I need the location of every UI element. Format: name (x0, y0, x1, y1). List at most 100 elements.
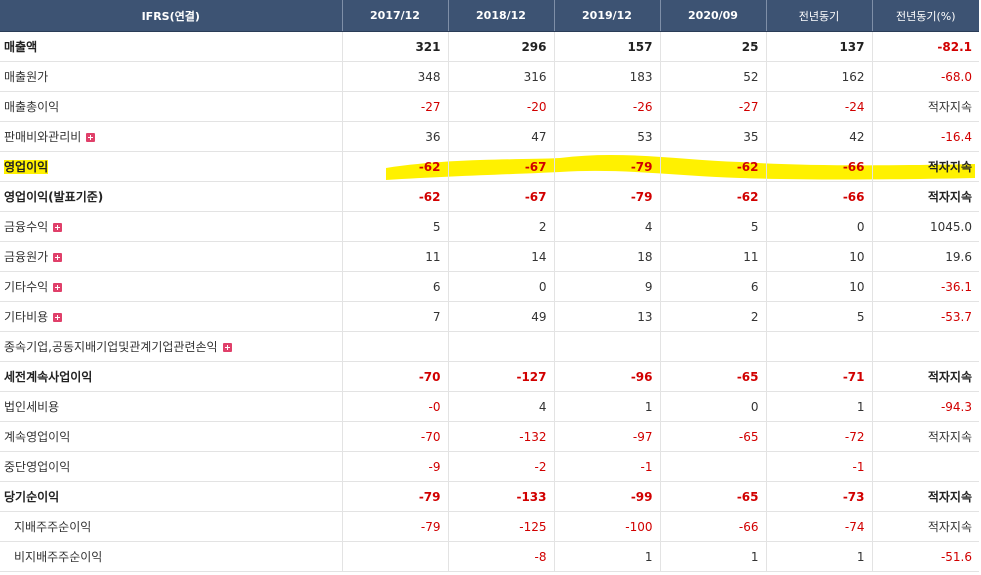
row-label: 세전계속사업이익 (0, 361, 342, 392)
row-label: 중단영업이익 (0, 451, 342, 482)
table-cell: 적자지속 (871, 511, 979, 542)
table-row: 비지배주주순이익 -8 1 1 1 -51.6 (0, 541, 979, 572)
table-cell: -68.0 (871, 61, 979, 92)
row-label: 비지배주주순이익 (0, 541, 342, 572)
table-cell: -132 (447, 421, 554, 452)
table-row: 기타비용 7 49 13 2 5 -53.7 (0, 301, 979, 332)
table-row: 지배주주순이익 -79 -125 -100 -66 -74 적자지속 (0, 511, 979, 542)
row-label-text: 종속기업,공동지배기업및관계기업관련손익 (4, 340, 218, 354)
row-label-text: 계속영업이익 (4, 430, 71, 444)
table-cell: -99 (553, 481, 660, 512)
table-cell: 296 (447, 31, 554, 62)
row-label-text: 영업이익(발표기준) (4, 190, 104, 204)
table-cell (871, 451, 979, 482)
row-label-text: 기타비용 (4, 310, 49, 324)
table-cell: -72 (765, 421, 872, 452)
table-row: 세전계속사업이익 -70 -127 -96 -65 -71 적자지속 (0, 361, 979, 392)
table-header: IFRS(연결) 2017/12 2018/12 2019/12 2020/09 전년동기… (0, 0, 979, 32)
table-cell: 1045.0 (871, 211, 979, 242)
table-cell: 적자지속 (871, 361, 979, 392)
table-cell (447, 331, 554, 362)
table-row: 기타수익 6 0 9 6 10 -36.1 (0, 271, 979, 302)
table-row: 당기순이익 -79 -133 -99 -65 -73 적자지속 (0, 481, 979, 512)
plus-square-icon[interactable] (222, 343, 232, 352)
table-cell: -79 (553, 151, 660, 182)
plus-square-icon[interactable] (53, 223, 63, 232)
table-cell: -79 (341, 511, 448, 542)
table-cell: 321 (341, 31, 448, 62)
row-label-text: 매출총이익 (4, 100, 60, 114)
table-cell: 1 (553, 391, 660, 422)
table-cell (765, 331, 872, 362)
row-label: 매출원가 (0, 61, 342, 92)
table-cell: -65 (659, 361, 766, 392)
table-cell: -71 (765, 361, 872, 392)
header-period-3: 2019/12 (553, 0, 660, 32)
table-cell: -100 (553, 511, 660, 542)
plus-square-icon[interactable] (53, 283, 63, 292)
row-label-text: 기타수익 (4, 280, 49, 294)
table-cell: 적자지속 (871, 481, 979, 512)
table-cell: 적자지속 (871, 91, 979, 122)
table-cell: -133 (447, 481, 554, 512)
row-label-text: 매출액 (4, 40, 38, 54)
table-cell: 2 (447, 211, 554, 242)
table-cell: 49 (447, 301, 554, 332)
table-row: 금융원가 11 14 18 11 10 19.6 (0, 241, 979, 272)
table-cell: 6 (659, 271, 766, 302)
table-cell: -16.4 (871, 121, 979, 152)
row-label: 계속영업이익 (0, 421, 342, 452)
table-cell: 0 (447, 271, 554, 302)
table-cell: 6 (341, 271, 448, 302)
table-cell: -36.1 (871, 271, 979, 302)
table-cell: -96 (553, 361, 660, 392)
table-cell: -0 (341, 391, 448, 422)
table-cell: 19.6 (871, 241, 979, 272)
row-label-text: 금융원가 (4, 250, 49, 264)
table-cell (659, 331, 766, 362)
table-cell: 적자지속 (871, 181, 979, 212)
row-label-text: 영업이익 (4, 160, 49, 174)
plus-square-icon[interactable] (53, 253, 63, 262)
table-cell: 4 (553, 211, 660, 242)
header-period-6: 전년동기(%) (871, 0, 979, 32)
row-label: 종속기업,공동지배기업및관계기업관련손익 (0, 331, 342, 362)
table-cell: 52 (659, 61, 766, 92)
table-cell: 적자지속 (871, 151, 979, 182)
table-cell (553, 331, 660, 362)
table-cell: -66 (659, 511, 766, 542)
table-cell: -1 (553, 451, 660, 482)
table-cell: 1 (765, 391, 872, 422)
header-basis: IFRS(연결) (0, 0, 342, 32)
row-label: 매출액 (0, 31, 342, 62)
table-cell: 1 (553, 541, 660, 572)
table-cell: 0 (659, 391, 766, 422)
row-label: 기타수익 (0, 271, 342, 302)
plus-square-icon[interactable] (86, 133, 96, 142)
table-cell: -70 (341, 421, 448, 452)
row-label-text: 중단영업이익 (4, 460, 71, 474)
table-cell: 11 (659, 241, 766, 272)
table-row: 매출총이익 -27 -20 -26 -27 -24 적자지속 (0, 91, 979, 122)
table-cell: 2 (659, 301, 766, 332)
table-cell: -24 (765, 91, 872, 122)
table-cell: 적자지속 (871, 421, 979, 452)
table-cell: 11 (341, 241, 448, 272)
table-cell (659, 451, 766, 482)
table-cell: -94.3 (871, 391, 979, 422)
table-cell: -65 (659, 421, 766, 452)
table-cell: -67 (447, 181, 554, 212)
table-cell: 10 (765, 241, 872, 272)
table-cell: -70 (341, 361, 448, 392)
table-cell: -125 (447, 511, 554, 542)
table-cell: -82.1 (871, 31, 979, 62)
table-cell: 137 (765, 31, 872, 62)
table-cell: 10 (765, 271, 872, 302)
row-label-text: 판매비와관리비 (4, 130, 82, 144)
table-cell: 157 (553, 31, 660, 62)
row-label: 금융원가 (0, 241, 342, 272)
table-cell: 183 (553, 61, 660, 92)
table-cell: -27 (341, 91, 448, 122)
plus-square-icon[interactable] (53, 313, 63, 322)
row-label: 영업이익 (0, 151, 342, 182)
